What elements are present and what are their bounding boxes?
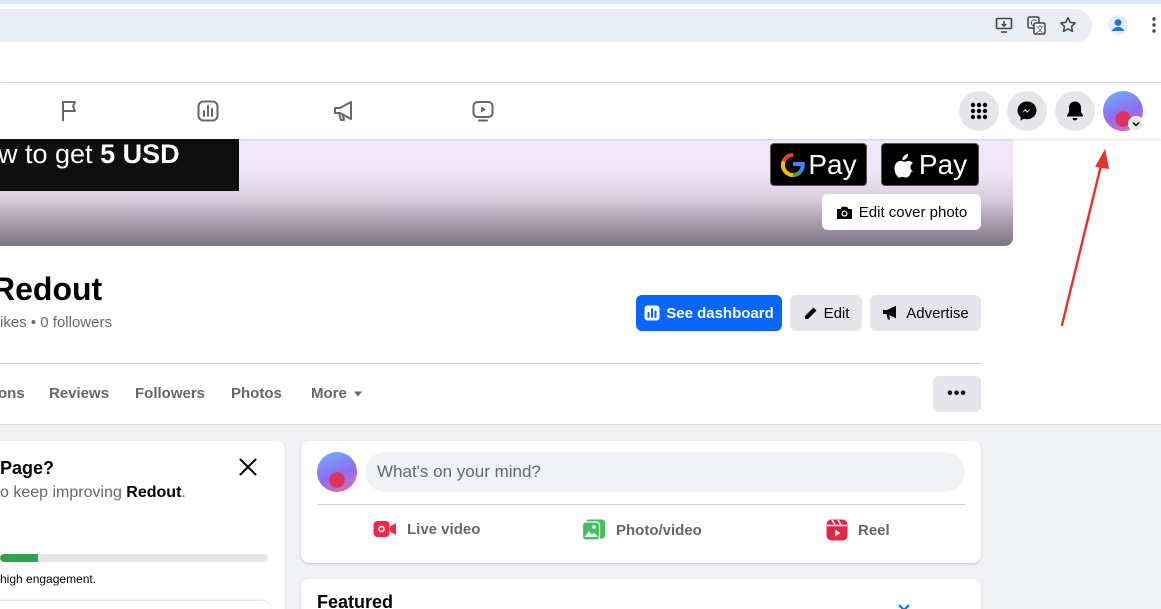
camera-icon [836,206,852,219]
photo-video-label: Photo/video [616,521,702,539]
apple-pay-badge: Pay [881,143,979,186]
megaphone-icon[interactable] [331,97,359,125]
google-g-icon [781,152,806,177]
advertise-label: Advertise [906,304,969,322]
reel-icon [826,519,848,541]
translate-icon[interactable]: G文 [1025,14,1047,36]
cover-banner-text: w to get 5 USD [0,139,239,191]
edit-label: Edit [823,304,850,322]
post-composer-card: What's on your mind? Live video Photo/vi… [301,441,981,563]
bookmark-star-icon[interactable] [1057,14,1079,36]
header-divider [0,363,981,364]
tab-mentions[interactable]: ons [0,385,25,402]
tab-followers[interactable]: Followers [135,385,205,402]
install-app-icon[interactable] [993,14,1015,36]
tab-more[interactable]: More [311,385,363,402]
caret-down-icon [353,391,362,396]
applepay-label: Pay [918,148,968,180]
nested-card-edge [0,601,270,609]
annotation-arrow [1060,149,1109,327]
edit-button[interactable]: Edit [790,295,862,331]
page-header: w to get 5 USD Pay Pay Edit cover photo … [0,139,1161,425]
chevron-down-icon[interactable] [897,601,911,609]
cover-photo: w to get 5 USD Pay Pay Edit cover photo [0,139,1013,246]
live-video-icon [373,521,396,537]
banner-amount: 5 USD [100,139,180,169]
page-tips-card: Page? o keep improving Redout. high enga… [0,441,285,609]
featured-card: Featured [301,579,981,609]
reel-label: Reel [858,521,890,539]
tips-card-title: Page? [0,458,55,478]
close-icon[interactable] [236,455,260,479]
apps-grid-icon[interactable] [959,91,999,131]
address-bar[interactable] [0,9,1092,42]
whats-on-your-mind-input[interactable]: What's on your mind? [365,452,965,492]
setup-progress-bar [0,554,268,562]
tab-reviews[interactable]: Reviews [49,385,109,402]
photo-video-button[interactable]: Photo/video [582,519,702,541]
notifications-bell-icon[interactable] [1055,91,1095,131]
browser-toolbar: G文 [0,0,1161,52]
advertise-button[interactable]: Advertise [870,295,981,331]
tab-strip-edge [0,0,1161,4]
facebook-top-nav [0,83,1161,139]
google-pay-badge: Pay [770,143,867,186]
insights-icon[interactable] [194,97,222,125]
photo-video-icon [582,519,605,541]
setup-progress-fill [0,554,38,562]
more-options-button[interactable]: ••• [933,376,981,412]
megaphone-icon [883,305,897,320]
live-video-button[interactable]: Live video [373,519,480,539]
live-video-label: Live video [407,520,481,538]
edit-cover-label: Edit cover photo [858,203,968,221]
svg-text:文: 文 [1036,24,1044,34]
page-stats[interactable]: ikes • 0 followers [0,314,112,331]
profile-icon[interactable] [1107,14,1129,36]
dashboard-chart-icon [644,305,660,321]
composer-divider [317,504,965,505]
tab-more-label: More [311,385,347,402]
pencil-icon [804,307,817,319]
flag-icon[interactable] [56,97,84,125]
tips-card-subtitle: o keep improving Redout. [0,484,186,502]
tips-subtitle-page: Redout [126,484,182,501]
see-dashboard-label: See dashboard [666,304,774,322]
page-title: Redout [0,271,103,307]
tips-card-footer: high engagement. [0,572,97,586]
tab-photos[interactable]: Photos [231,385,282,402]
kebab-menu-icon[interactable] [1143,14,1161,36]
reel-button[interactable]: Reel [826,519,890,541]
apple-logo-icon [894,153,914,178]
messenger-icon[interactable] [1007,91,1047,131]
banner-text: w to get [0,139,101,169]
bookmarks-bar [0,52,1161,82]
featured-title: Featured [317,592,394,609]
edit-cover-photo-button[interactable]: Edit cover photo [822,194,981,230]
watch-icon[interactable] [469,97,497,125]
gpay-label: Pay [808,148,857,180]
tips-subtitle-text: o keep improving [0,484,127,501]
tips-subtitle-end: . [181,484,186,501]
composer-avatar [317,452,357,492]
chevron-down-icon[interactable] [1128,116,1144,132]
see-dashboard-button[interactable]: See dashboard [636,295,782,331]
